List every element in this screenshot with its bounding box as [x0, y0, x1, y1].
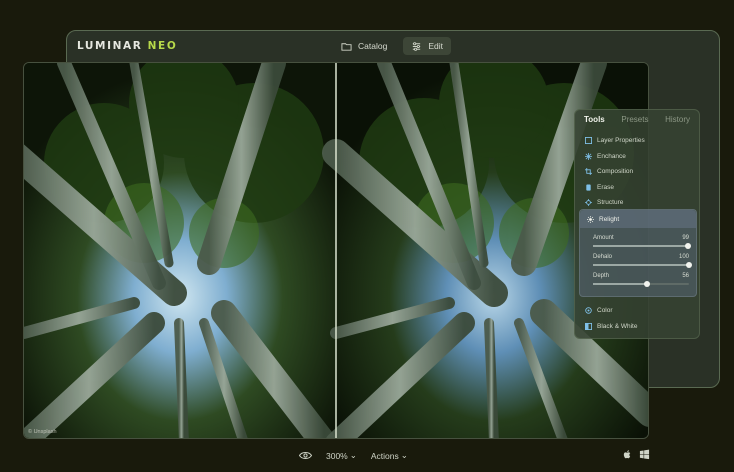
folder-icon [341, 42, 352, 51]
tab-presets[interactable]: Presets [621, 115, 648, 124]
slider-track[interactable] [593, 280, 689, 287]
slider-value: 56 [682, 273, 689, 279]
photo-canvas[interactable]: © Unsplash [23, 62, 649, 439]
slider-track[interactable] [593, 242, 692, 249]
actions-label: Actions [370, 450, 399, 461]
apple-icon [623, 450, 631, 459]
preview-toggle-button[interactable] [299, 451, 312, 460]
slider-depth[interactable]: Depth 56 [593, 273, 689, 287]
brand-name-part1: LUMINAR [77, 40, 143, 52]
bottom-toolbar: 300% ⌄ Actions ⌄ [299, 450, 408, 461]
app-logo: LUMINAR NEO [77, 40, 177, 52]
tool-color[interactable]: Color [585, 303, 693, 319]
panel-tabs: Tools Presets History [575, 110, 699, 124]
photo-credit: © Unsplash [28, 429, 57, 435]
tab-history[interactable]: History [665, 115, 690, 124]
top-tabs: Catalog Edit [333, 37, 451, 55]
tool-label: Layer Properties [597, 137, 645, 145]
structure-icon [585, 199, 592, 207]
windows-icon [639, 449, 650, 460]
tool-enhance[interactable]: Enchance [585, 149, 693, 165]
tool-layer-properties[interactable]: Layer Properties [585, 133, 693, 149]
slider-label: Dehalo [593, 254, 613, 260]
tool-composition[interactable]: Composition [585, 164, 693, 180]
sliders-icon [413, 41, 421, 51]
tab-edit-label: Edit [428, 41, 443, 51]
tab-edit[interactable]: Edit [403, 37, 451, 55]
eye-icon [299, 452, 312, 459]
color-icon [585, 307, 592, 314]
slider-label: Amount [593, 235, 614, 241]
actions-dropdown[interactable]: Actions ⌄ [371, 450, 408, 461]
slider-value: 100 [678, 254, 689, 260]
tool-label: Black & White [597, 322, 638, 330]
slider-label: Depth [593, 273, 610, 279]
slider-handle[interactable] [686, 261, 692, 268]
tool-label: Enchance [597, 152, 626, 160]
relight-header[interactable]: Relight [580, 210, 696, 228]
tool-black-white[interactable]: Black & White [585, 319, 693, 335]
chevron-down-icon: ⌄ [400, 450, 408, 460]
slider-fill [593, 283, 647, 285]
slider-handle[interactable] [685, 242, 692, 249]
tool-list-lower: Color Black & White [585, 303, 693, 334]
tab-tools[interactable]: Tools [584, 115, 605, 124]
slider-fill [593, 245, 689, 247]
enhance-icon [585, 152, 592, 160]
tool-label: Erase [597, 183, 614, 191]
brand-name-part2: NEO [147, 40, 178, 52]
tool-label: Composition [597, 168, 634, 176]
chevron-down-icon: ⌄ [349, 450, 357, 460]
tool-label: Color [597, 307, 613, 315]
before-after-divider[interactable] [335, 63, 337, 438]
crop-icon [585, 168, 592, 176]
tools-panel: Tools Presets History Layer Properties E… [574, 109, 700, 339]
tool-label: Structure [597, 199, 624, 207]
slider-amount[interactable]: Amount 99 [593, 235, 692, 249]
slider-track[interactable] [593, 261, 692, 268]
slider-fill [593, 264, 689, 266]
tool-list: Layer Properties Enchance Composition Er… [585, 133, 693, 211]
zoom-value: 300% [326, 450, 348, 461]
relight-section: Relight Amount 99 Dehalo 100 Depth 56 [579, 209, 697, 297]
erase-icon [586, 184, 591, 191]
slider-value: 99 [682, 235, 689, 241]
tool-erase[interactable]: Erase [585, 180, 693, 196]
zoom-dropdown[interactable]: 300% ⌄ [326, 450, 357, 461]
slider-dehalo[interactable]: Dehalo 100 [593, 254, 692, 268]
os-icons [622, 449, 650, 460]
sun-icon [587, 215, 594, 223]
layers-icon [585, 137, 592, 145]
bw-icon [585, 322, 592, 330]
tab-catalog[interactable]: Catalog [333, 37, 395, 55]
slider-handle[interactable] [643, 280, 650, 287]
tab-catalog-label: Catalog [358, 41, 388, 51]
relight-label: Relight [599, 215, 620, 223]
